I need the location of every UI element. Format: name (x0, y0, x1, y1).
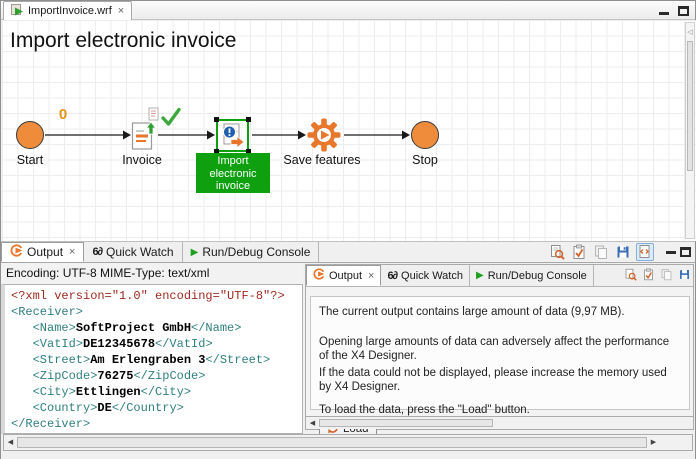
invoice-document-icon (131, 120, 157, 152)
editor-tab-close-icon[interactable]: × (118, 5, 124, 17)
view-maximize-icon[interactable] (680, 247, 691, 257)
scrollbar-thumb[interactable] (319, 419, 493, 427)
gear-icon (306, 117, 342, 153)
import-label-line1: Import (196, 155, 270, 168)
run-icon: ▶ (191, 247, 199, 258)
selection-handle[interactable] (246, 117, 251, 122)
message-line-2: Opening large amounts of data can advers… (319, 335, 681, 363)
nested-output-pane: Output × 6∂ Quick Watch ▶ Run/Debug Cons… (305, 264, 694, 430)
scrollbar-thumb[interactable] (17, 437, 647, 448)
output-pane: Encoding: UTF-8 MIME-Type: text/xml <?xm… (1, 263, 303, 434)
xml-line: <Country>DE</Country> (11, 400, 302, 416)
import-label-line3: invoice (196, 180, 270, 193)
stop-node-label: Stop (399, 153, 451, 167)
window-bottom-strip (1, 451, 695, 459)
tab-quick-watch-label: Quick Watch (106, 245, 174, 259)
xml-line: <Street>Am Erlengraben 3</Street> (11, 352, 302, 368)
import-invoice-icon (220, 123, 246, 149)
save-features-node[interactable] (306, 117, 342, 156)
message-line-4: To load the data, press the "Load" butto… (319, 403, 681, 417)
success-check-icon (159, 105, 183, 132)
nested-pane-horizontal-scrollbar[interactable]: ◀ (306, 416, 693, 429)
scroll-left-icon[interactable]: ◀ (306, 420, 319, 427)
message-line-1: The current output contains large amount… (319, 305, 681, 319)
nested-tab-output-label: Output (329, 270, 362, 282)
invoice-node[interactable] (131, 120, 157, 155)
tab-run-debug-console[interactable]: ▶ Run/Debug Console (183, 242, 320, 262)
copy-output-icon[interactable] (659, 267, 674, 282)
invoice-node-label: Invoice (114, 153, 170, 167)
nested-tab-output[interactable]: Output × (306, 265, 381, 286)
xml-line: </Receiver> (11, 416, 302, 432)
canvas-vertical-scrollbar[interactable]: ◁ (685, 22, 695, 239)
large-data-message-area: The current output contains large amount… (306, 287, 693, 416)
tab-importinvoice-wrf[interactable]: ImportInvoice.wrf × (3, 1, 132, 20)
start-node[interactable] (16, 121, 44, 149)
quick-watch-icon: 6∂ (92, 246, 102, 258)
bottom-horizontal-scrollbar[interactable]: ◀ ▶ (3, 434, 693, 451)
tab-output-close-icon[interactable]: × (69, 246, 75, 258)
output-icon (10, 244, 23, 260)
tab-output-label: Output (27, 245, 63, 259)
nested-tab-run-debug-label: Run/Debug Console (488, 270, 587, 282)
scroll-left-icon[interactable]: ◀ (4, 439, 17, 446)
message-line-3: If the data could not be displayed, plea… (319, 366, 681, 394)
selection-handle[interactable] (214, 117, 219, 122)
maximize-icon[interactable] (678, 6, 689, 16)
designer-window: ImportInvoice.wrf × Import electronic in… (0, 0, 696, 459)
tab-quick-watch[interactable]: 6∂ Quick Watch (84, 242, 182, 262)
edge-counter-badge: 0 (52, 106, 74, 123)
import-label-line2: electronic (196, 168, 270, 181)
copy-output-icon[interactable] (592, 243, 610, 261)
validate-output-icon[interactable] (570, 243, 588, 261)
minimize-icon[interactable] (659, 12, 669, 15)
tab-output[interactable]: Output × (1, 242, 84, 262)
xml-code[interactable]: <?xml version="1.0" encoding="UTF-8"?><R… (1, 284, 303, 434)
preview-output-icon[interactable] (623, 267, 638, 282)
start-node-label: Start (2, 153, 58, 167)
save-output-icon[interactable] (614, 243, 632, 261)
stop-node[interactable] (411, 121, 439, 149)
preview-output-icon[interactable] (548, 243, 566, 261)
output-view-toolbar (548, 243, 691, 261)
scroll-right-icon[interactable]: ▶ (647, 439, 660, 446)
xml-line: <Receiver> (11, 304, 302, 320)
xml-line: <City>Ettlingen</City> (11, 384, 302, 400)
validate-output-icon[interactable] (641, 267, 656, 282)
xml-line: <Name>SoftProject GmbH</Name> (11, 320, 302, 336)
import-node-selected[interactable] (216, 119, 249, 152)
invoice-status-badge-icon (148, 107, 159, 124)
save-output-icon[interactable] (677, 267, 692, 282)
editor-tabbar: ImportInvoice.wrf × (1, 1, 695, 20)
nested-output-tabbar: Output × 6∂ Quick Watch ▶ Run/Debug Cons… (306, 265, 693, 287)
nested-tab-quick-watch[interactable]: 6∂ Quick Watch (381, 265, 470, 286)
encoding-info: Encoding: UTF-8 MIME-Type: text/xml (1, 263, 303, 284)
nested-tab-run-debug-console[interactable]: ▶ Run/Debug Console (470, 265, 594, 286)
xml-line: <ZipCode>76275</ZipCode> (11, 368, 302, 384)
xml-line: <?xml version="1.0" encoding="UTF-8"?> (11, 288, 302, 304)
save-features-node-label: Save features (280, 153, 364, 167)
run-icon: ▶ (476, 270, 484, 281)
xml-line: <VatId>DE12345678</VatId> (11, 336, 302, 352)
output-icon (313, 268, 325, 283)
editor-tab-label: ImportInvoice.wrf (28, 5, 112, 17)
nested-tab-quick-watch-label: Quick Watch (401, 270, 463, 282)
scrollbar-thumb[interactable] (687, 41, 693, 171)
workflow-canvas[interactable]: Import electronic invoice 0 Start Invo (2, 20, 696, 241)
tab-run-debug-label: Run/Debug Console (202, 245, 310, 259)
quick-watch-icon: 6∂ (387, 270, 397, 282)
import-node-label: Import electronic invoice (196, 153, 270, 193)
flow-connectors (2, 20, 696, 241)
open-in-editor-icon[interactable] (636, 243, 654, 261)
collapse-arrow-icon[interactable]: ◁ (686, 29, 694, 37)
large-data-message-box: The current output contains large amount… (310, 296, 690, 410)
workflow-file-icon (11, 3, 24, 19)
nested-tab-output-close-icon[interactable]: × (368, 270, 374, 282)
view-minimize-icon[interactable] (666, 251, 676, 254)
